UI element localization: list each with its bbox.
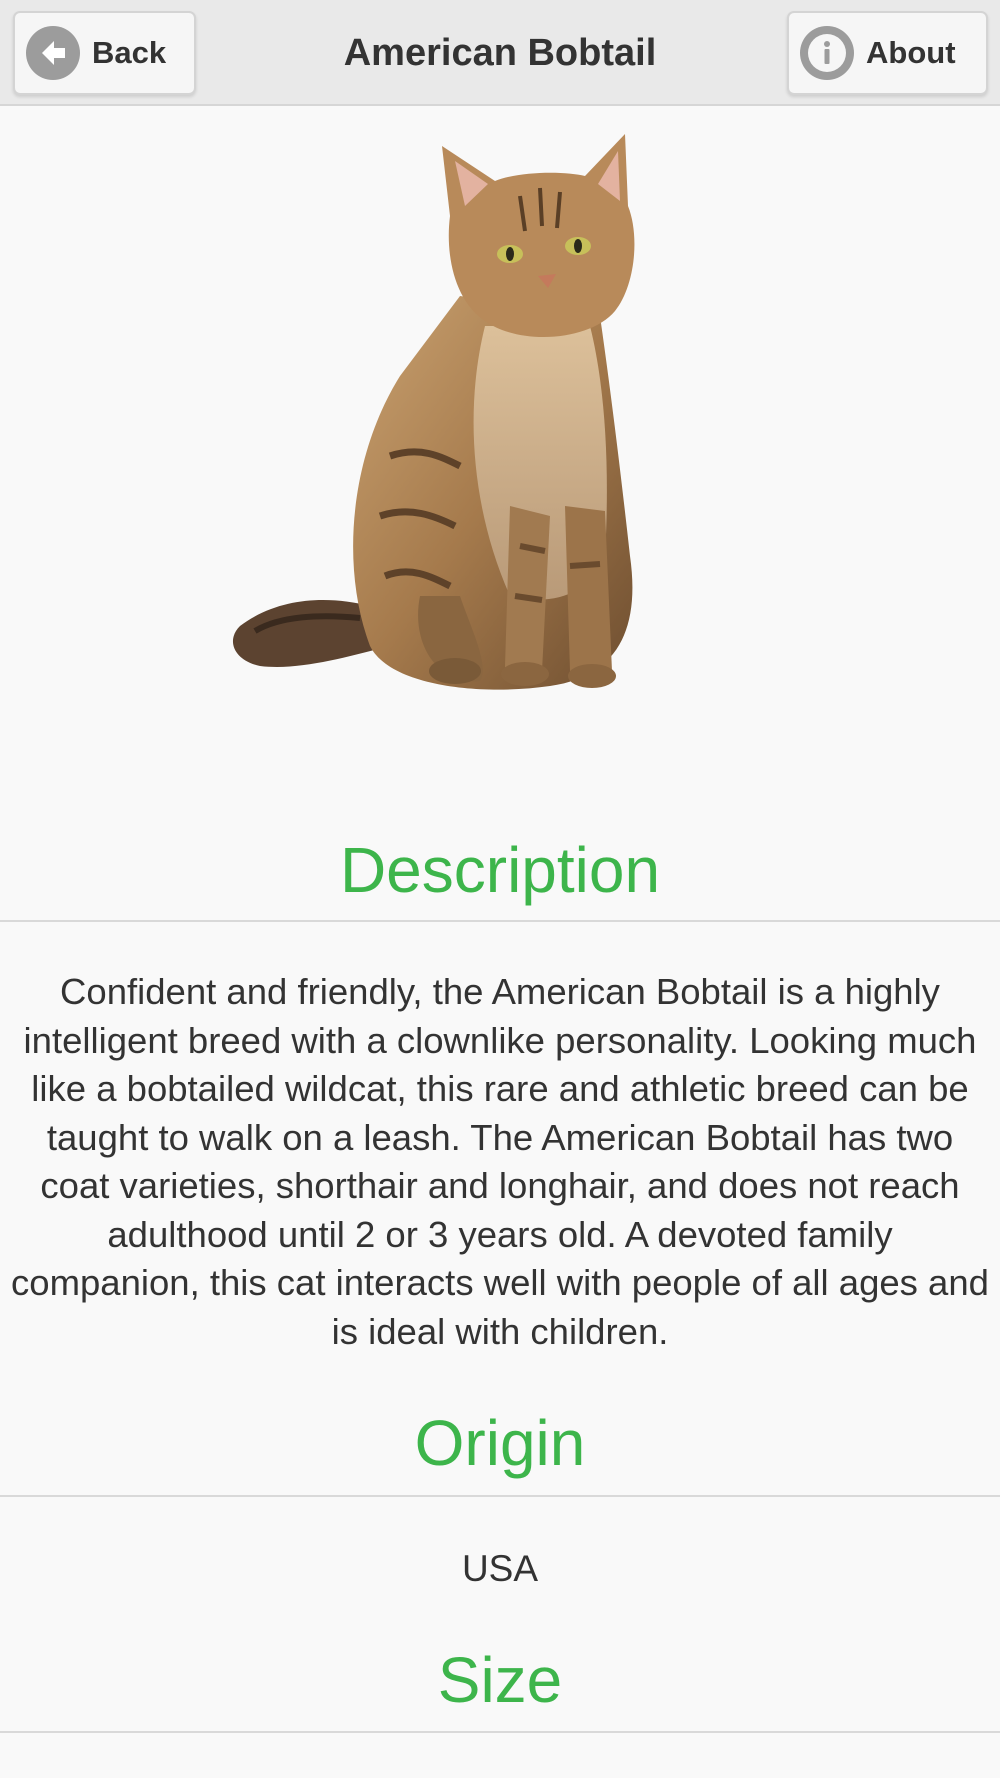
back-button-label: Back xyxy=(92,35,167,70)
back-button[interactable]: Back xyxy=(13,11,196,95)
page-title: American Bobtail xyxy=(343,32,657,74)
about-button-label: About xyxy=(866,35,956,70)
cat-photo xyxy=(220,126,740,696)
arrow-left-circle-icon xyxy=(26,26,80,80)
section-title-size: Size xyxy=(437,1644,563,1716)
origin-value: USA xyxy=(461,1548,539,1589)
divider xyxy=(0,1495,1000,1497)
divider xyxy=(0,1731,1000,1733)
about-button[interactable]: About xyxy=(787,11,988,95)
info-circle-icon xyxy=(800,26,854,80)
section-title-origin: Origin xyxy=(414,1407,586,1479)
header-bar: Back American Bobtail About xyxy=(0,0,1000,106)
description-text: Confident and friendly, the American Bob… xyxy=(11,971,989,1352)
divider xyxy=(0,920,1000,922)
section-title-description: Description xyxy=(339,834,661,906)
